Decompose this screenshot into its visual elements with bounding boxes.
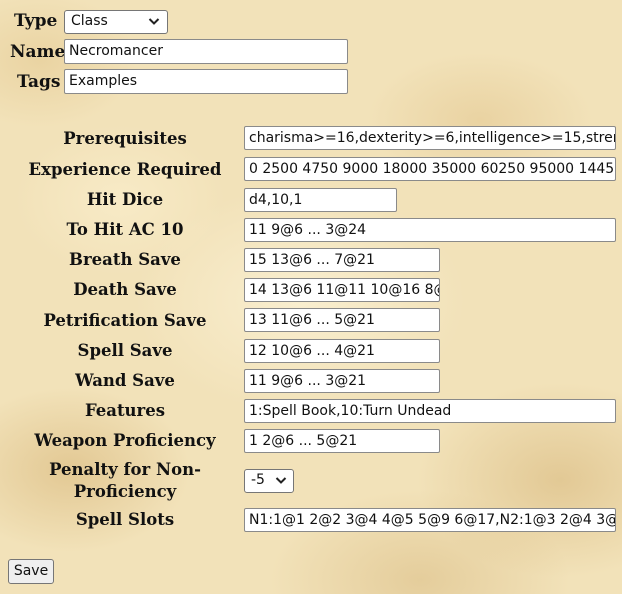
experience-label: Experience Required [28, 160, 222, 179]
wand-save-label: Wand Save [75, 371, 175, 390]
tags-input[interactable]: Examples [64, 69, 348, 94]
spell-slots-label: Spell Slots [75, 510, 175, 529]
to-hit-label: To Hit AC 10 [66, 220, 184, 239]
penalty-select[interactable]: -5 [244, 469, 294, 493]
weapon-proficiency-label: Weapon Proficiency [34, 431, 216, 450]
death-save-input[interactable]: 14 13@6 11@11 10@16 8@21 [244, 278, 440, 302]
spell-save-label: Spell Save [77, 341, 173, 360]
name-input[interactable]: Necromancer [64, 39, 348, 64]
name-label: Name [10, 42, 66, 62]
to-hit-input[interactable]: 11 9@6 ... 3@24 [244, 218, 616, 242]
hit-dice-label: Hit Dice [86, 190, 164, 209]
breath-save-label: Breath Save [69, 250, 181, 269]
breath-save-input[interactable]: 15 13@6 ... 7@21 [244, 248, 440, 272]
chevron-down-icon [148, 18, 160, 25]
petrification-save-label: Petrification Save [43, 311, 207, 330]
experience-input[interactable]: 0 2500 4750 9000 18000 35000 60250 95000… [244, 157, 616, 181]
spell-slots-input[interactable]: N1:1@1 2@2 3@4 4@5 5@9 6@17,N2:1@3 2@4 3… [244, 508, 616, 532]
type-select[interactable]: Class [64, 10, 168, 34]
death-save-label: Death Save [73, 280, 177, 299]
prerequisites-input[interactable]: charisma>=16,dexterity>=6,intelligence>=… [244, 126, 616, 150]
petrification-save-input[interactable]: 13 11@6 ... 5@21 [244, 308, 440, 332]
features-input[interactable]: 1:Spell Book,10:Turn Undead [244, 399, 616, 423]
type-label: Type [14, 11, 58, 31]
tags-label: Tags [17, 72, 61, 92]
type-select-value: Class [71, 13, 108, 29]
features-label: Features [84, 401, 166, 420]
penalty-label-line2: Proficiency [73, 482, 177, 501]
hit-dice-input[interactable]: d4,10,1 [244, 188, 397, 212]
spell-save-input[interactable]: 12 10@6 ... 4@21 [244, 339, 440, 363]
chevron-down-icon [275, 477, 287, 484]
save-button[interactable]: Save [8, 559, 54, 584]
prerequisites-label: Prerequisites [63, 129, 187, 148]
weapon-proficiency-input[interactable]: 1 2@6 ... 5@21 [244, 429, 440, 453]
penalty-select-value: -5 [251, 472, 265, 488]
penalty-label-line1: Penalty for Non- [49, 460, 201, 479]
wand-save-input[interactable]: 11 9@6 ... 3@21 [244, 369, 440, 393]
